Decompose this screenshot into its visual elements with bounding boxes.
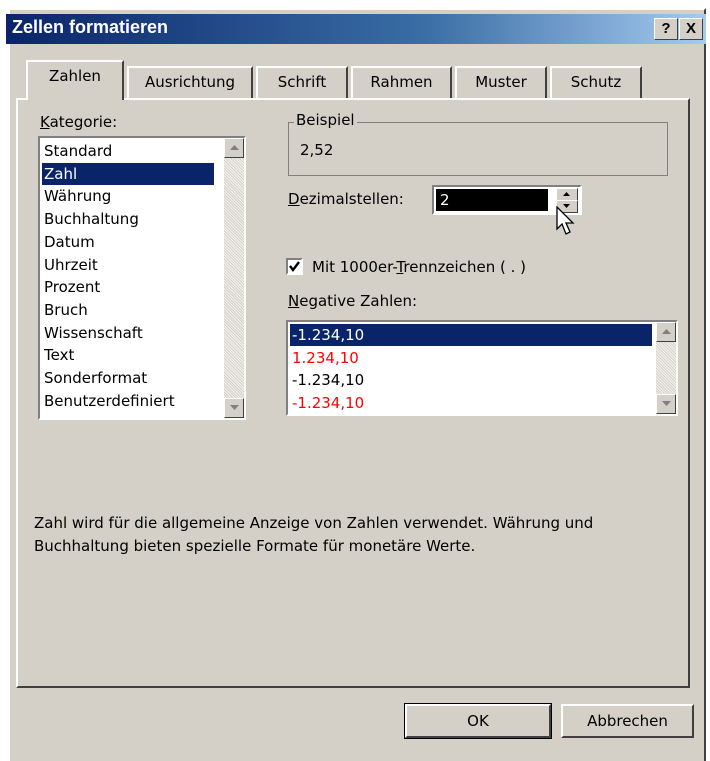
arrow-down-icon: [662, 401, 671, 406]
kategorie-item[interactable]: Standard: [42, 140, 214, 162]
negative-format-item[interactable]: -1.234,10: [290, 369, 652, 391]
kategorie-scrollbar[interactable]: [224, 138, 244, 418]
arrow-up-icon: [662, 329, 671, 334]
beispiel-value: 2,52: [300, 141, 334, 159]
kategorie-listbox[interactable]: Standard Zahl Währung Buchhaltung Datum Uhrze…: [38, 136, 246, 420]
tab-schrift[interactable]: Schrift: [256, 66, 348, 98]
kategorie-item[interactable]: Währung: [42, 185, 214, 207]
title-bar[interactable]: Zellen formatieren ? X: [6, 14, 706, 44]
kategorie-item[interactable]: Benutzerdefiniert: [42, 390, 214, 412]
checkmark-icon: [289, 261, 300, 272]
negative-scrollbar[interactable]: [656, 322, 676, 414]
scroll-up-button[interactable]: [656, 322, 676, 342]
kategorie-item[interactable]: Sonderformat: [42, 367, 214, 389]
trennzeichen-checkbox[interactable]: [286, 258, 303, 275]
tab-rahmen[interactable]: Rahmen: [351, 66, 452, 98]
beispiel-group: [288, 122, 668, 176]
kategorie-item[interactable]: Wissenschaft: [42, 322, 214, 344]
kategorie-item[interactable]: Text: [42, 344, 214, 366]
dezimalstellen-label: Dezimalstellen:: [288, 190, 404, 208]
window-title: Zellen formatieren: [12, 17, 169, 37]
tab-zahlen[interactable]: Zahlen: [26, 60, 124, 100]
tab-schutz[interactable]: Schutz: [550, 66, 642, 98]
kategorie-label: Kategorie:: [40, 113, 118, 131]
ok-button[interactable]: OK: [404, 703, 552, 739]
cancel-button[interactable]: Abbrechen: [561, 704, 694, 738]
beispiel-legend: Beispiel: [294, 111, 357, 129]
scroll-up-button[interactable]: [224, 138, 244, 158]
scroll-down-button[interactable]: [224, 398, 244, 418]
tab-ausrichtung[interactable]: Ausrichtung: [127, 66, 253, 98]
negative-format-item[interactable]: 1.234,10: [290, 347, 652, 369]
negative-format-item[interactable]: -1.234,10: [290, 324, 652, 346]
kategorie-item[interactable]: Bruch: [42, 299, 214, 321]
mouse-cursor-icon: [556, 206, 575, 235]
negative-zahlen-label: Negative Zahlen:: [288, 292, 418, 310]
arrow-up-icon: [230, 145, 239, 150]
kategorie-item[interactable]: Datum: [42, 231, 214, 253]
negative-format-item[interactable]: -1.234,10: [290, 392, 652, 414]
category-description: Zahl wird für die allgemeine Anzeige von…: [34, 514, 594, 555]
kategorie-item[interactable]: Uhrzeit: [42, 254, 214, 276]
negative-zahlen-listbox[interactable]: -1.234,10 1.234,10 -1.234,10 -1.234,10: [286, 320, 678, 416]
kategorie-item[interactable]: Prozent: [42, 276, 214, 298]
close-button[interactable]: X: [679, 18, 703, 40]
trennzeichen-label[interactable]: Mit 1000er-Trennzeichen ( . ): [312, 258, 526, 276]
kategorie-item[interactable]: Zahl: [42, 162, 214, 185]
kategorie-item[interactable]: Buchhaltung: [42, 208, 214, 230]
help-button[interactable]: ?: [654, 18, 678, 40]
arrow-down-icon: [230, 405, 239, 410]
tab-muster[interactable]: Muster: [455, 66, 547, 98]
dezimalstellen-input[interactable]: 2: [436, 189, 548, 211]
arrow-up-icon: [563, 192, 570, 196]
scroll-down-button[interactable]: [656, 394, 676, 414]
